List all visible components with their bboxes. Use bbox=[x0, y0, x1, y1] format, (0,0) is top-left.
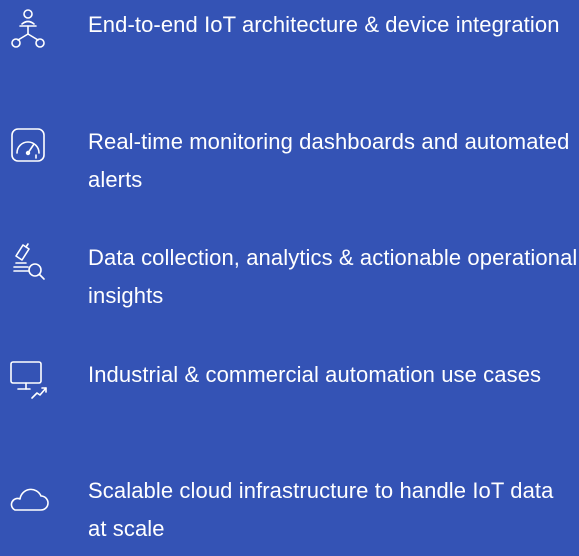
feature-text: End-to-end IoT architecture & device int… bbox=[88, 12, 560, 37]
feature-item-analytics: Data collection, analytics & actionable … bbox=[0, 241, 579, 311]
feature-text: Real-time monitoring dashboards and auto… bbox=[88, 129, 570, 192]
gauge-icon bbox=[6, 125, 50, 169]
feature-item-automation: Industrial & commercial automation use c… bbox=[0, 358, 579, 428]
feature-item-iot-architecture: End-to-end IoT architecture & device int… bbox=[0, 8, 579, 78]
feature-item-monitoring: Real-time monitoring dashboards and auto… bbox=[0, 125, 579, 195]
feature-text: Industrial & commercial automation use c… bbox=[88, 362, 542, 387]
feature-text: Data collection, analytics & actionable … bbox=[88, 245, 578, 308]
microscope-search-icon bbox=[6, 241, 50, 285]
feature-item-cloud: Scalable cloud infrastructure to handle … bbox=[0, 474, 579, 544]
feature-list: End-to-end IoT architecture & device int… bbox=[0, 0, 579, 556]
monitor-trend-icon bbox=[6, 358, 50, 402]
network-nodes-icon bbox=[6, 8, 50, 52]
feature-text: Scalable cloud infrastructure to handle … bbox=[88, 478, 554, 541]
cloud-icon bbox=[6, 474, 50, 518]
